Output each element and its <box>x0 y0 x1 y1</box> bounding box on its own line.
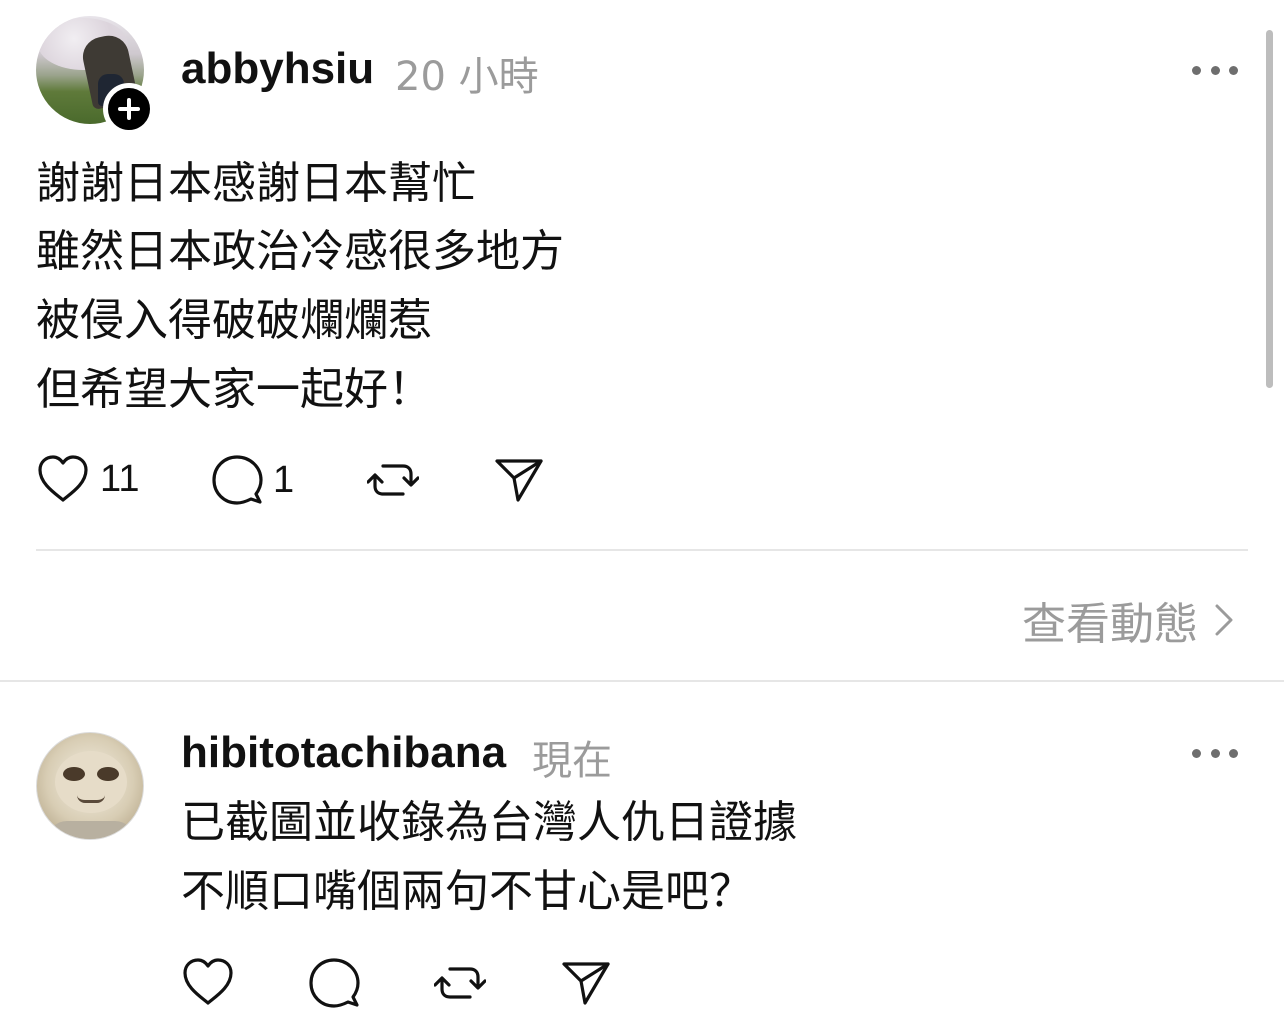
more-dots-icon <box>1229 65 1238 75</box>
reply-username[interactable]: hibitotachibana <box>181 728 506 778</box>
plus-icon <box>118 98 140 120</box>
repost-button[interactable] <box>367 454 419 506</box>
heart-icon <box>183 958 233 1005</box>
reply-timestamp: 現在 <box>532 738 612 784</box>
chevron-right-icon <box>1215 604 1233 636</box>
reply-text-line: 已截圖並收錄為台灣人仇日證據 <box>181 797 797 848</box>
repost-icon <box>367 464 419 496</box>
more-dots-icon <box>1192 748 1201 758</box>
follow-button[interactable] <box>103 83 155 135</box>
reply-repost-button[interactable] <box>434 957 486 1009</box>
more-dots-icon <box>1229 748 1238 758</box>
post-text-line: 雖然日本政治冷感很多地方 <box>36 226 564 277</box>
scrollbar[interactable] <box>1266 30 1273 388</box>
send-icon <box>495 459 543 502</box>
avatar-eye <box>63 767 85 781</box>
avatar-mouth <box>77 795 105 803</box>
divider <box>0 680 1284 682</box>
view-activity-link[interactable]: 查看動態 <box>1022 588 1234 652</box>
reply-share-button[interactable] <box>561 957 611 1007</box>
post-timestamp: 20 小時 <box>395 54 539 100</box>
more-dots-icon <box>1192 65 1201 75</box>
avatar-face <box>55 751 127 813</box>
more-dots-icon <box>1210 748 1220 758</box>
post-text-line: 被侵入得破破爛爛惹 <box>36 295 432 346</box>
comment-count: 1 <box>273 458 295 501</box>
reply-like-button[interactable] <box>181 957 235 1007</box>
divider <box>36 549 1248 551</box>
post-username[interactable]: abbyhsiu <box>181 44 374 94</box>
avatar-eye <box>97 767 119 781</box>
reply-action-bar <box>0 955 700 1015</box>
like-button[interactable]: 11 <box>36 454 139 504</box>
reply-text-line: 不順口嘴個兩句不甘心是吧？ <box>181 866 753 917</box>
heart-icon <box>38 455 88 502</box>
post-more-button[interactable] <box>1192 57 1238 83</box>
comment-bubble-icon <box>212 455 263 505</box>
post-avatar-container[interactable] <box>36 16 155 135</box>
post-action-bar: 11 1 <box>0 452 700 512</box>
avatar-shirt <box>47 821 135 839</box>
reply-avatar[interactable] <box>36 732 144 840</box>
like-count: 11 <box>100 457 140 500</box>
post-text-line: 但希望大家一起好！ <box>36 364 432 415</box>
post-text-line: 謝謝日本感謝日本幫忙 <box>36 158 476 209</box>
thread-page: abbyhsiu 20 小時 謝謝日本感謝日本幫忙 雖然日本政治冷感很多地方 被… <box>0 0 1284 1025</box>
more-dots-icon <box>1210 65 1220 75</box>
reply-more-button[interactable] <box>1192 740 1238 766</box>
comment-button[interactable]: 1 <box>211 454 294 506</box>
repost-icon <box>434 967 486 999</box>
view-activity-label: 查看動態 <box>1022 599 1198 650</box>
comment-bubble-icon <box>309 958 360 1008</box>
reply-comment-button[interactable] <box>308 957 360 1009</box>
share-button[interactable] <box>494 454 544 504</box>
send-icon <box>562 962 610 1005</box>
